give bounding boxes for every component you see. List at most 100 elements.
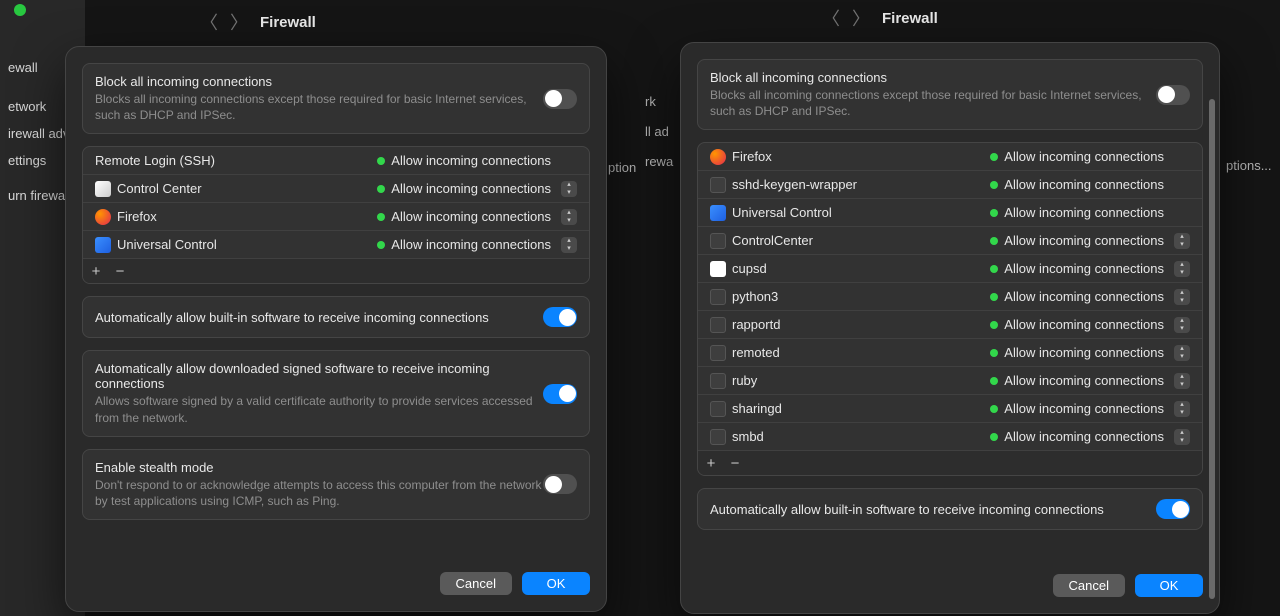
status-stepper-icon[interactable]: ▴▾ xyxy=(1174,373,1190,389)
auto-builtin-toggle[interactable] xyxy=(1156,499,1190,519)
block-all-panel: Block all incoming connections Blocks al… xyxy=(82,63,590,134)
app-name: remoted xyxy=(732,345,780,360)
auto-builtin-panel: Automatically allow built-in software to… xyxy=(697,488,1203,530)
nav-forward-icon[interactable]: 〉 xyxy=(230,9,248,35)
list-row[interactable]: smbd Allow incoming connections▴▾ xyxy=(698,423,1202,450)
app-status[interactable]: Allow incoming connections▴▾ xyxy=(990,401,1190,417)
status-stepper-icon[interactable]: ▴▾ xyxy=(1174,345,1190,361)
firewall-options-sheet-right: Block all incoming connections Blocks al… xyxy=(680,42,1220,614)
app-name: smbd xyxy=(732,429,764,444)
window-traffic-light-green[interactable] xyxy=(14,4,26,16)
app-status[interactable]: Allow incoming connections▴▾ xyxy=(990,345,1190,361)
list-row[interactable]: rapportdAllow incoming connections▴▾ xyxy=(698,311,1202,339)
generic-icon xyxy=(710,401,726,417)
nav-forward-icon[interactable]: 〉 xyxy=(852,5,870,31)
list-row[interactable]: FirefoxAllow incoming connections▴▾ xyxy=(698,143,1202,171)
auto-builtin-toggle[interactable] xyxy=(543,307,577,327)
app-status[interactable]: Allow incoming connections ▴▾ xyxy=(990,289,1190,305)
block-all-title: Block all incoming connections xyxy=(710,70,1156,85)
status-text: Allow incoming connections xyxy=(391,209,551,224)
auto-builtin-title: Automatically allow built-in software to… xyxy=(710,502,1156,517)
list-row[interactable]: Control CenterAllow incoming connections… xyxy=(83,175,589,203)
app-status[interactable]: Allow incoming connections▴▾ xyxy=(377,181,577,197)
status-dot-icon xyxy=(377,213,385,221)
add-app-button[interactable]: + xyxy=(700,453,722,473)
block-all-title: Block all incoming connections xyxy=(95,74,543,89)
status-stepper-icon[interactable]: ▴▾ xyxy=(561,209,577,225)
list-row[interactable]: cupsdAllow incoming connections▴▾ xyxy=(698,255,1202,283)
ok-button[interactable]: OK xyxy=(1135,574,1203,597)
app-name: Universal Control xyxy=(732,205,832,220)
universal-icon xyxy=(710,205,726,221)
block-all-panel: Block all incoming connections Blocks al… xyxy=(697,59,1203,130)
status-stepper-icon[interactable]: ▴▾ xyxy=(1174,429,1190,445)
list-row[interactable]: Universal Control Allow incoming connecti… xyxy=(698,199,1202,227)
list-row[interactable]: python3 Allow incoming connections ▴▾ xyxy=(698,283,1202,311)
status-text: Allow incoming connections xyxy=(1004,289,1164,304)
app-list-right: FirefoxAllow incoming connections▴▾sshd-… xyxy=(697,142,1203,476)
generic-icon xyxy=(710,289,726,305)
status-dot-icon xyxy=(990,293,998,301)
app-status[interactable]: Allow incoming connections▴▾ xyxy=(990,261,1190,277)
status-text: Allow incoming connections xyxy=(1004,205,1164,220)
app-status[interactable]: Allow incoming connections▴▾ xyxy=(990,373,1190,389)
bg-text-adv: ll ad xyxy=(645,124,669,139)
remove-app-button[interactable]: − xyxy=(724,453,746,473)
add-app-button[interactable]: + xyxy=(85,261,107,281)
auto-signed-toggle[interactable] xyxy=(543,384,577,404)
list-row[interactable]: remoted Allow incoming connections▴▾ xyxy=(698,339,1202,367)
auto-signed-title: Automatically allow downloaded signed so… xyxy=(95,361,543,391)
nav-back-icon[interactable]: 〈 xyxy=(822,5,840,31)
status-dot-icon xyxy=(990,209,998,217)
list-row[interactable]: ControlCenter Allow incoming connections ▴… xyxy=(698,227,1202,255)
status-dot-icon xyxy=(377,185,385,193)
status-stepper-icon[interactable]: ▴▾ xyxy=(1174,261,1190,277)
block-all-toggle[interactable] xyxy=(543,89,577,109)
status-dot-icon xyxy=(990,433,998,441)
status-text: Allow incoming connections xyxy=(1004,233,1164,248)
app-status[interactable]: Allow incoming connections ▴▾ xyxy=(990,233,1190,249)
list-row[interactable]: sharingdAllow incoming connections▴▾ xyxy=(698,395,1202,423)
status-dot-icon xyxy=(990,265,998,273)
status-stepper-icon[interactable]: ▴▾ xyxy=(561,237,577,253)
bg-text-rk: rk xyxy=(645,94,656,109)
bg-text-rewall: rewa xyxy=(645,154,673,169)
app-status[interactable]: Allow incoming connections▴▾ xyxy=(990,149,1190,165)
app-status[interactable]: Allow incoming connections▴▾ xyxy=(377,153,577,169)
status-stepper-icon[interactable]: ▴▾ xyxy=(1174,401,1190,417)
app-name: python3 xyxy=(732,289,778,304)
app-status[interactable]: Allow incoming connections▴▾ xyxy=(990,205,1190,221)
app-status[interactable]: Allow incoming connections▴▾ xyxy=(990,429,1190,445)
status-stepper-icon[interactable]: ▴▾ xyxy=(1174,233,1190,249)
status-dot-icon xyxy=(990,321,998,329)
status-stepper-icon[interactable]: ▴▾ xyxy=(1174,289,1190,305)
status-dot-icon xyxy=(377,241,385,249)
block-all-subtitle: Blocks all incoming connections except t… xyxy=(95,91,543,123)
stealth-subtitle: Don't respond to or acknowledge attempts… xyxy=(95,477,543,509)
list-row[interactable]: Universal ControlAllow incoming connecti… xyxy=(83,231,589,258)
generic-icon xyxy=(710,317,726,333)
list-row[interactable]: rubyAllow incoming connections▴▾ xyxy=(698,367,1202,395)
app-name: ControlCenter xyxy=(732,233,813,248)
cancel-button[interactable]: Cancel xyxy=(1053,574,1125,597)
stealth-title: Enable stealth mode xyxy=(95,460,543,475)
status-stepper-icon[interactable]: ▴▾ xyxy=(561,181,577,197)
status-stepper-icon[interactable]: ▴▾ xyxy=(1174,317,1190,333)
nav-back-icon[interactable]: 〈 xyxy=(200,9,218,35)
list-row[interactable]: Remote Login (SSH)Allow incoming connect… xyxy=(83,147,589,175)
list-row[interactable]: FirefoxAllow incoming connections▴▾ xyxy=(83,203,589,231)
list-row[interactable]: sshd-keygen-wrapperAllow incoming connec… xyxy=(698,171,1202,199)
app-status[interactable]: Allow incoming connections▴▾ xyxy=(990,317,1190,333)
scrollbar[interactable] xyxy=(1209,99,1215,599)
firefox-icon xyxy=(95,209,111,225)
app-status[interactable]: Allow incoming connections ▴▾ xyxy=(377,209,577,225)
generic-icon xyxy=(710,429,726,445)
app-status[interactable]: Allow incoming connections▴▾ xyxy=(990,177,1190,193)
stealth-toggle[interactable] xyxy=(543,474,577,494)
cancel-button[interactable]: Cancel xyxy=(440,572,512,595)
ok-button[interactable]: OK xyxy=(522,572,590,595)
app-status[interactable]: Allow incoming connections▴▾ xyxy=(377,237,577,253)
block-all-toggle[interactable] xyxy=(1156,85,1190,105)
status-dot-icon xyxy=(990,237,998,245)
remove-app-button[interactable]: − xyxy=(109,261,131,281)
